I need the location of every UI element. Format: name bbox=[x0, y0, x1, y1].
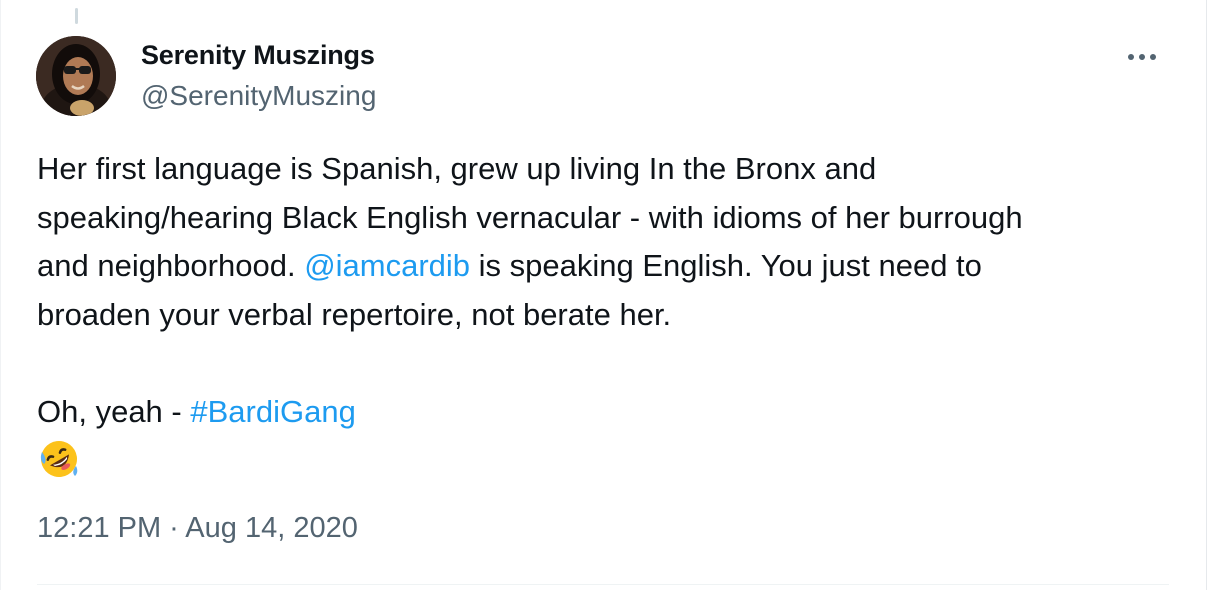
profile-photo-icon bbox=[36, 36, 116, 116]
more-dot-icon bbox=[1150, 54, 1156, 60]
author-handle[interactable]: @SerenityMuszing bbox=[141, 80, 376, 112]
tweet-card: Serenity Muszings @SerenityMuszing Her f… bbox=[0, 0, 1207, 590]
tweet-text: Her first language is Spanish, grew up l… bbox=[37, 145, 1177, 436]
more-options-button[interactable] bbox=[1117, 40, 1167, 74]
tweet-line: Oh, yeah - #BardiGang bbox=[37, 388, 1177, 437]
author-display-name[interactable]: Serenity Muszings bbox=[141, 40, 375, 71]
tweet-line: Her first language is Spanish, grew up l… bbox=[37, 151, 877, 186]
rolling-on-the-floor-laughing-emoji-icon bbox=[40, 441, 78, 477]
tweet-line: broaden your verbal repertoire, not bera… bbox=[37, 296, 672, 332]
tweet-line: and neighborhood. @iamcardib is speaking… bbox=[37, 242, 1177, 291]
mention-link[interactable]: @iamcardib bbox=[304, 248, 470, 283]
divider bbox=[37, 584, 1169, 585]
tweet-line: speaking/hearing Black English vernacula… bbox=[37, 199, 1023, 235]
tweet-text-segment: is speaking English. You just need to bbox=[470, 248, 982, 283]
tweet-timestamp-link[interactable]: 12:21 PM · Aug 14, 2020 bbox=[37, 512, 358, 545]
thread-connector-line bbox=[75, 8, 78, 24]
hashtag-link[interactable]: #BardiGang bbox=[190, 394, 355, 429]
more-dot-icon bbox=[1128, 54, 1134, 60]
tweet-text-segment: and neighborhood. bbox=[37, 248, 305, 283]
more-dot-icon bbox=[1139, 54, 1145, 60]
tweet-text-segment: Oh, yeah - bbox=[37, 393, 191, 429]
avatar[interactable] bbox=[36, 36, 116, 116]
